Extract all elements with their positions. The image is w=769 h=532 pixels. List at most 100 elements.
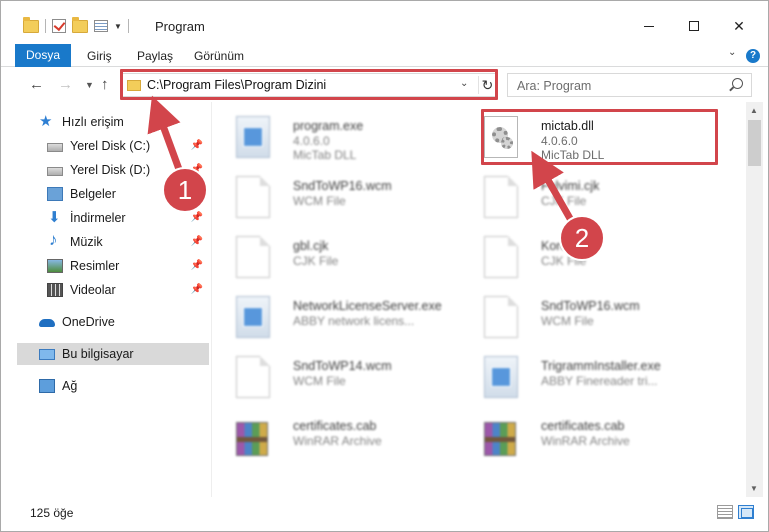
file-item[interactable]: Felvimi.cjk CJK File bbox=[460, 170, 696, 220]
scroll-thumb[interactable] bbox=[748, 120, 761, 166]
sidebar-item-local-disk-c[interactable]: Yerel Disk (C:) 📌 bbox=[47, 135, 209, 157]
file-type: CJK File bbox=[293, 254, 339, 268]
sidebar-item-label: Belgeler bbox=[70, 187, 116, 201]
chevron-down-icon[interactable]: ▼ bbox=[114, 22, 122, 31]
sidebar-item-music[interactable]: Müzik 📌 bbox=[47, 230, 209, 253]
file-name: Korean.cjk bbox=[541, 239, 601, 253]
pin-icon: 📌 bbox=[190, 212, 203, 223]
new-folder-icon[interactable] bbox=[72, 16, 88, 33]
file-name: certificates.cab bbox=[293, 419, 377, 433]
sidebar-item-local-disk-d[interactable]: Yerel Disk (D:) 📌 bbox=[47, 159, 209, 181]
tab-home[interactable]: Giriş bbox=[87, 45, 112, 67]
back-button[interactable]: ← bbox=[29, 76, 44, 93]
search-box[interactable]: Ara: Program bbox=[507, 73, 752, 97]
ribbon-expand-chevron-icon[interactable]: ⌄ bbox=[728, 47, 736, 58]
file-type: CJK File bbox=[541, 254, 587, 268]
pictures-icon bbox=[47, 259, 63, 273]
computer-icon bbox=[39, 348, 55, 360]
file-item-mictab-dll[interactable]: mictab.dll 4.0.6.0 MicTab DLL bbox=[460, 110, 696, 162]
address-path[interactable]: C:\Program Files\Program Dizini bbox=[147, 78, 326, 92]
file-type: WCM File bbox=[293, 194, 346, 208]
sidebar-item-documents[interactable]: Belgeler 📌 bbox=[47, 183, 209, 205]
file-item[interactable]: certificates.cab WinRAR Archive bbox=[212, 410, 448, 460]
search-input[interactable]: Ara: Program bbox=[517, 79, 591, 93]
archive-icon bbox=[236, 422, 268, 456]
tab-file[interactable]: Dosya bbox=[15, 44, 71, 67]
download-icon bbox=[47, 208, 63, 226]
properties-check-icon[interactable] bbox=[52, 19, 66, 33]
scroll-up-arrow-icon[interactable]: ▲ bbox=[750, 106, 758, 115]
navigation-bar: ← → ▼ ↑ C:\Program Files\Program Dizini … bbox=[1, 68, 768, 102]
file-name: SndToWP16.wcm bbox=[293, 179, 392, 193]
documents-folder-icon bbox=[47, 187, 63, 201]
file-item[interactable]: Korean.cjk CJK File bbox=[460, 230, 696, 280]
file-item[interactable]: SndToWP14.wcm WCM File bbox=[212, 350, 448, 400]
pin-icon: 📌 bbox=[190, 236, 203, 247]
drive-icon bbox=[47, 167, 63, 176]
tab-share[interactable]: Paylaş bbox=[137, 45, 173, 67]
file-item[interactable]: SndToWP16.wcm WCM File bbox=[460, 290, 696, 340]
status-bar: 125 öğe bbox=[1, 497, 768, 531]
explorer-window: ▼ Program ✕ Dosya Giriş Paylaş Görünüm ⌄… bbox=[0, 0, 769, 532]
sidebar-item-label: Resimler bbox=[70, 259, 120, 273]
recent-locations-chevron-icon[interactable]: ▼ bbox=[85, 80, 94, 90]
file-name: mictab.dll bbox=[541, 119, 594, 133]
sidebar-item-label: Yerel Disk (C:) bbox=[70, 139, 151, 153]
file-name: Felvimi.cjk bbox=[541, 179, 600, 193]
toolbar-separator bbox=[127, 19, 129, 33]
sidebar-item-label: Bu bilgisayar bbox=[62, 347, 134, 361]
folder-icon bbox=[127, 80, 141, 91]
details-view-icon[interactable] bbox=[717, 505, 733, 519]
file-name: NetworkLicenseServer.exe bbox=[293, 299, 442, 313]
quick-access-toolbar: ▼ bbox=[23, 16, 129, 35]
navigation-pane: Hızlı erişim Yerel Disk (C:) 📌 Yerel Dis… bbox=[17, 109, 211, 497]
document-icon bbox=[236, 176, 270, 218]
sidebar-item-label: Hızlı erişim bbox=[62, 115, 124, 129]
vertical-scrollbar[interactable]: ▲ ▼ bbox=[746, 102, 763, 497]
sidebar-item-label: Müzik bbox=[70, 235, 103, 249]
tab-view[interactable]: Görünüm bbox=[194, 45, 244, 67]
refresh-button[interactable]: ↻ bbox=[478, 76, 496, 94]
sidebar-item-this-pc[interactable]: Bu bilgisayar bbox=[17, 343, 209, 365]
dll-gear-icon bbox=[484, 116, 518, 158]
sidebar-item-quick-access[interactable]: Hızlı erişim bbox=[39, 111, 209, 133]
sidebar-item-onedrive[interactable]: OneDrive bbox=[39, 311, 209, 333]
sidebar-item-label: Yerel Disk (D:) bbox=[70, 163, 151, 177]
file-name: gbl.cjk bbox=[293, 239, 329, 253]
videos-icon bbox=[47, 283, 63, 297]
file-type: WCM File bbox=[293, 374, 346, 388]
large-icons-view-icon[interactable] bbox=[738, 505, 754, 519]
close-button[interactable]: ✕ bbox=[716, 11, 762, 41]
address-dropdown-chevron-icon[interactable]: ⌄ bbox=[460, 78, 468, 89]
document-icon bbox=[236, 236, 270, 278]
file-item[interactable]: SndToWP16.wcm WCM File bbox=[212, 170, 448, 220]
close-icon: ✕ bbox=[733, 17, 745, 34]
file-description: MicTab DLL bbox=[293, 148, 357, 162]
maximize-button[interactable] bbox=[671, 11, 717, 41]
sidebar-item-network[interactable]: Ağ bbox=[39, 375, 209, 397]
sidebar-item-videos[interactable]: Videolar 📌 bbox=[47, 279, 209, 301]
help-icon[interactable]: ? bbox=[746, 49, 760, 63]
file-name: certificates.cab bbox=[541, 419, 625, 433]
properties-list-icon[interactable] bbox=[94, 20, 108, 32]
minimize-button[interactable] bbox=[626, 11, 672, 41]
file-item[interactable]: NetworkLicenseServer.exe ABBY network li… bbox=[212, 290, 448, 340]
sidebar-item-label: Ağ bbox=[62, 379, 78, 393]
file-item[interactable]: certificates.cab WinRAR Archive bbox=[460, 410, 696, 460]
maximize-icon bbox=[689, 21, 699, 31]
file-name: TrigrammInstaller.exe bbox=[541, 359, 661, 373]
file-type: WCM File bbox=[541, 314, 594, 328]
scroll-down-arrow-icon[interactable]: ▼ bbox=[750, 484, 758, 493]
forward-button[interactable]: → bbox=[58, 76, 73, 93]
file-item[interactable]: gbl.cjk CJK File bbox=[212, 230, 448, 280]
sidebar-item-downloads[interactable]: İndirmeler 📌 bbox=[47, 207, 209, 229]
pin-icon: 📌 bbox=[190, 260, 203, 271]
sidebar-item-pictures[interactable]: Resimler 📌 bbox=[47, 255, 209, 277]
pin-icon: 📌 bbox=[190, 164, 203, 175]
up-button[interactable]: ↑ bbox=[101, 76, 109, 93]
executable-icon bbox=[484, 356, 518, 398]
file-item[interactable]: TrigrammInstaller.exe ABBY Finereader tr… bbox=[460, 350, 696, 400]
address-bar[interactable]: C:\Program Files\Program Dizini ⌄ ↻ bbox=[121, 73, 498, 97]
window-title: Program bbox=[155, 19, 205, 34]
file-item-program-exe[interactable]: program.exe 4.0.6.0 MicTab DLL bbox=[212, 110, 448, 162]
